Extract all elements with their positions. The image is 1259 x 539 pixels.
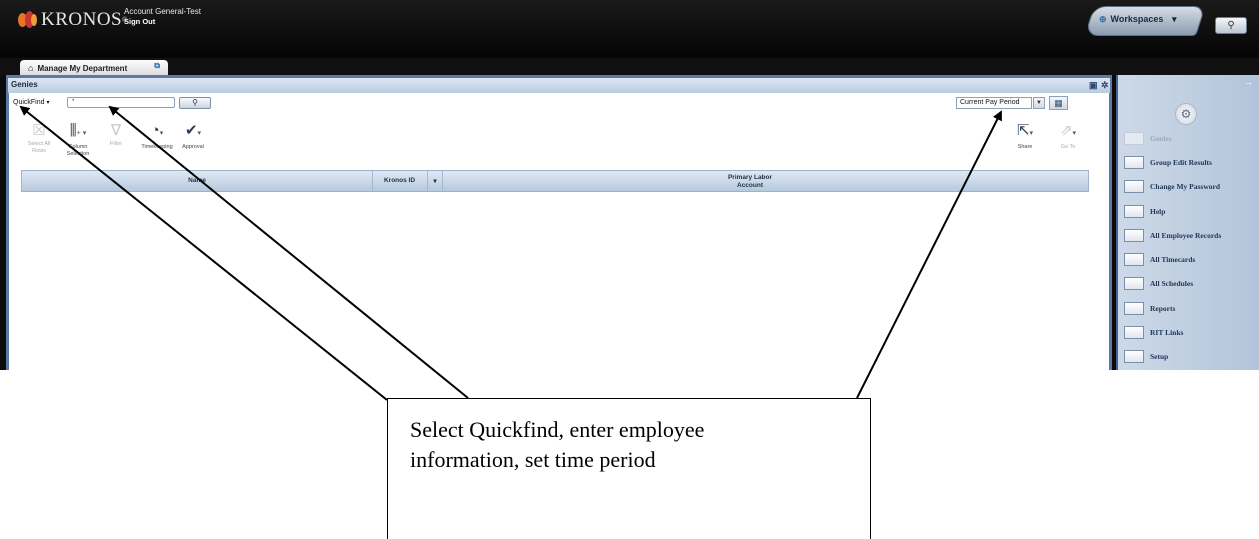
arrow-to-quickfind (19, 105, 388, 401)
callout-line-2: information, set time period (410, 447, 656, 472)
callout-line-1: Select Quickfind, enter employee (410, 417, 705, 442)
arrow-to-time-period (856, 110, 1002, 399)
instruction-callout: Select Quickfind, enter employee informa… (387, 398, 871, 539)
arrow-to-search-input (108, 105, 469, 399)
